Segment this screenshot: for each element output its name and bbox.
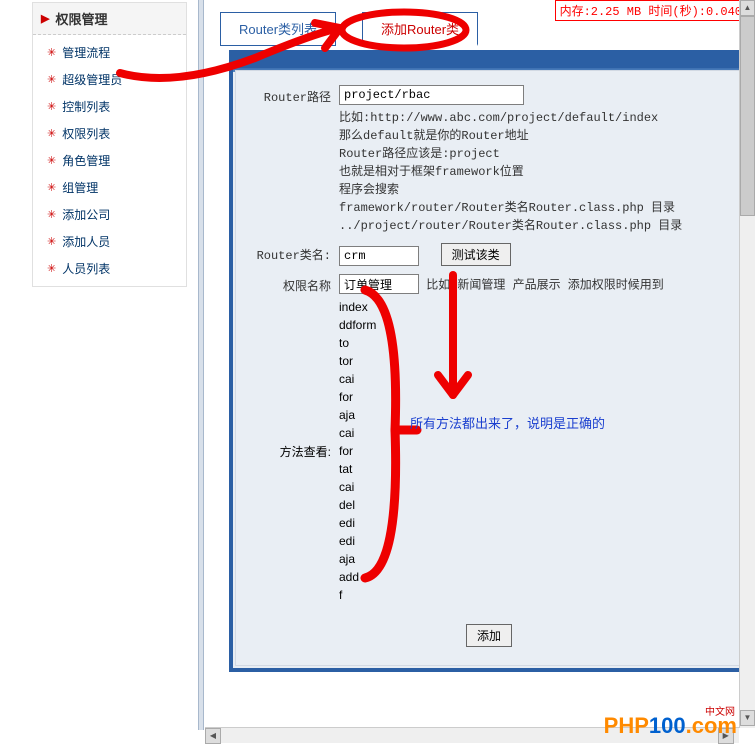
- sidebar-item-add-person[interactable]: ✳ 添加人员: [33, 228, 186, 255]
- input-router-name[interactable]: [339, 246, 419, 266]
- logo-cn: 中文网: [705, 703, 735, 718]
- row-methods: 方法查看: index ddform to tor cai for aja ca…: [244, 298, 734, 604]
- method-item: add: [339, 568, 376, 586]
- arrow-right-icon: ▶: [41, 12, 49, 25]
- annotation-text: 所有方法都出来了，说明是正确的: [410, 413, 605, 432]
- sidebar-item-perm-list[interactable]: ✳ 权限列表: [33, 120, 186, 147]
- tab-add-router[interactable]: 添加Router类: [362, 12, 478, 46]
- sidebar-item-role[interactable]: ✳ 角色管理: [33, 147, 186, 174]
- star-icon: ✳: [47, 181, 56, 194]
- star-icon: ✳: [47, 73, 56, 86]
- method-item: for: [339, 388, 376, 406]
- logo-part2: 100: [649, 713, 686, 738]
- sidebar-items: ✳ 管理流程 ✳ 超级管理员 ✳ 控制列表 ✳ 权限列表 ✳ 角色管理 ✳ 组管理 ✳ 添加公…: [33, 35, 186, 286]
- sidebar-item-label: 权限列表: [62, 125, 110, 142]
- hint-router-path: 比如:http://www.abc.com/project/default/in…: [339, 109, 734, 235]
- perf-text: 内存:2.25 MB 时间(秒):0.040: [560, 5, 742, 19]
- sidebar-item-group[interactable]: ✳ 组管理: [33, 174, 186, 201]
- scrollbar-vertical[interactable]: ▲ ▼: [739, 0, 755, 728]
- scroll-up-icon[interactable]: ▲: [740, 0, 755, 16]
- label-methods: 方法查看:: [244, 443, 339, 460]
- logo-part1: PHP: [604, 713, 649, 738]
- add-button[interactable]: 添加: [466, 624, 512, 647]
- pane-divider[interactable]: [198, 0, 204, 730]
- label-router-path: Router路径: [244, 85, 339, 105]
- sidebar-item-label: 角色管理: [62, 152, 110, 169]
- sidebar: ▶ 权限管理 ✳ 管理流程 ✳ 超级管理员 ✳ 控制列表 ✳ 权限列表 ✳ 角色管理 ✳ 组…: [32, 2, 187, 287]
- sidebar-header[interactable]: ▶ 权限管理: [33, 3, 186, 35]
- scroll-thumb[interactable]: [740, 16, 755, 216]
- hint-perm-name: 比如 新闻管理 产品展示 添加权限时候用到: [426, 279, 664, 293]
- method-item: f: [339, 586, 376, 604]
- star-icon: ✳: [47, 154, 56, 167]
- method-item: tat: [339, 460, 376, 478]
- method-item: for: [339, 442, 376, 460]
- method-item: to: [339, 334, 376, 352]
- tab-bar: Router类列表 添加Router类: [220, 12, 478, 46]
- method-item: del: [339, 496, 376, 514]
- sidebar-item-superadmin[interactable]: ✳ 超级管理员: [33, 66, 186, 93]
- sidebar-item-control-list[interactable]: ✳ 控制列表: [33, 93, 186, 120]
- label-perm-name: 权限名称: [244, 274, 339, 294]
- row-router-path: Router路径 比如:http://www.abc.com/project/d…: [244, 81, 734, 239]
- star-icon: ✳: [47, 127, 56, 140]
- method-item: aja: [339, 550, 376, 568]
- method-item: cai: [339, 370, 376, 388]
- sidebar-item-label: 控制列表: [62, 98, 110, 115]
- method-item: cai: [339, 478, 376, 496]
- scroll-left-icon[interactable]: ◀: [205, 728, 221, 744]
- tab-label: 添加Router类: [381, 22, 459, 37]
- form-area: Router路径 比如:http://www.abc.com/project/d…: [235, 70, 743, 666]
- sidebar-item-label: 组管理: [62, 179, 98, 196]
- input-perm-name[interactable]: [339, 274, 419, 294]
- test-class-button[interactable]: 测试该类: [441, 243, 511, 266]
- perf-status: 内存:2.25 MB 时间(秒):0.040: [555, 0, 747, 21]
- sidebar-item-add-company[interactable]: ✳ 添加公司: [33, 201, 186, 228]
- method-item: cai: [339, 424, 376, 442]
- sidebar-item-label: 人员列表: [62, 260, 110, 277]
- sidebar-item-label: 超级管理员: [62, 71, 122, 88]
- star-icon: ✳: [47, 208, 56, 221]
- star-icon: ✳: [47, 46, 56, 59]
- sidebar-item-label: 添加公司: [62, 206, 110, 223]
- sidebar-item-label: 添加人员: [62, 233, 110, 250]
- label-router-name: Router类名:: [244, 243, 339, 263]
- row-perm-name: 权限名称 比如 新闻管理 产品展示 添加权限时候用到: [244, 270, 734, 298]
- tab-label: Router类列表: [239, 22, 317, 37]
- method-item: edi: [339, 532, 376, 550]
- main-panel: Router路径 比如:http://www.abc.com/project/d…: [229, 50, 749, 672]
- row-submit: 添加: [244, 624, 734, 647]
- sidebar-item-flow[interactable]: ✳ 管理流程: [33, 39, 186, 66]
- row-router-name: Router类名: 测试该类: [244, 239, 734, 270]
- method-item: index: [339, 298, 376, 316]
- method-item: edi: [339, 514, 376, 532]
- star-icon: ✳: [47, 235, 56, 248]
- sidebar-item-label: 管理流程: [62, 44, 110, 61]
- sidebar-item-person-list[interactable]: ✳ 人员列表: [33, 255, 186, 282]
- method-item: aja: [339, 406, 376, 424]
- sidebar-title: 权限管理: [55, 9, 107, 28]
- scroll-down-icon[interactable]: ▼: [740, 710, 755, 726]
- method-item: ddform: [339, 316, 376, 334]
- tab-router-list[interactable]: Router类列表: [220, 12, 336, 46]
- method-item: tor: [339, 352, 376, 370]
- method-list: index ddform to tor cai for aja cai for …: [339, 298, 376, 604]
- star-icon: ✳: [47, 100, 56, 113]
- star-icon: ✳: [47, 262, 56, 275]
- php100-logo: 中文网 PHP100.com: [604, 713, 737, 739]
- input-router-path[interactable]: [339, 85, 524, 105]
